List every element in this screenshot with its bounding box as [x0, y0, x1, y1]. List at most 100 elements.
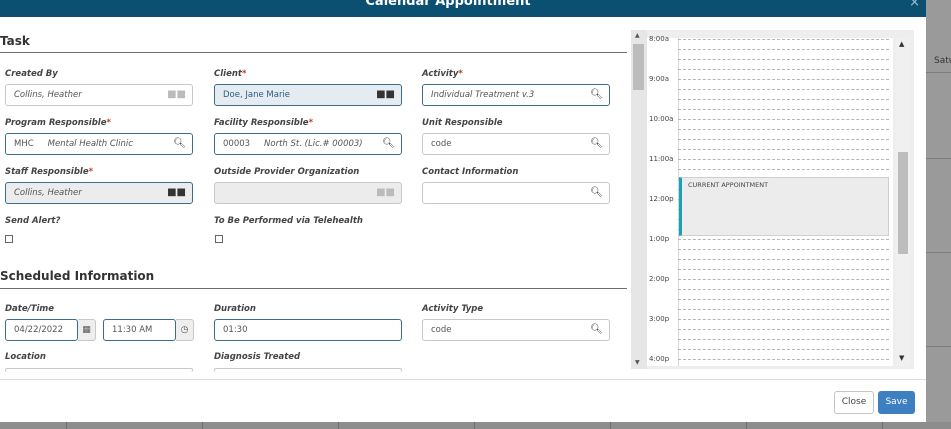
client-field[interactable]: Doe, Jane Marie ■■ [214, 84, 402, 106]
scrollbar-thumb[interactable] [898, 152, 908, 254]
client-label: Client* [214, 69, 247, 79]
location-field[interactable] [5, 368, 193, 372]
section-divider [0, 52, 627, 53]
duration-field[interactable]: 01:30 [214, 319, 402, 341]
dialog-title: Calendar Appointment [365, 0, 531, 9]
save-button[interactable]: Save [878, 391, 915, 414]
time-slot-line [678, 79, 889, 80]
search-icon[interactable]: 🔍︎ [382, 134, 395, 154]
diagnosis-label: Diagnosis Treated [214, 352, 301, 362]
unit-responsible-field[interactable]: code 🔍︎ [422, 133, 610, 155]
dialog-header: Calendar Appointment × [0, 0, 926, 17]
time-slot-line [678, 269, 889, 270]
time-slot-line [678, 239, 889, 240]
backdrop-gridline [926, 252, 951, 253]
appointment-label: CURRENT APPOINTMENT [688, 181, 769, 189]
created-by-field[interactable]: Collins, Heather ■■ [5, 84, 193, 106]
outside-provider-label: Outside Provider Organization [214, 167, 360, 177]
time-slot-line [678, 39, 889, 40]
calendar-inner-scrollbar[interactable]: ▲ ▼ [896, 38, 910, 366]
program-responsible-field[interactable]: MHC Mental Health Clinic 🔍︎ [5, 133, 193, 155]
calendar-outer-scrollbar[interactable]: ▲ ▼ [631, 30, 647, 369]
facility-responsible-field[interactable]: 00003 North St. (Lic.# 00003) 🔍︎ [214, 133, 402, 155]
footer-divider [0, 379, 926, 380]
scheduled-section-title: Scheduled Information [0, 269, 155, 283]
time-slot-line [678, 309, 889, 310]
time-slot-line [678, 129, 889, 130]
date-field[interactable]: 04/22/2022 [5, 319, 78, 341]
scrollbar-thumb[interactable] [633, 44, 644, 90]
duration-label: Duration [214, 304, 256, 314]
activity-field[interactable]: Individual Treatment v.3 🔍︎ [422, 84, 610, 106]
binoculars-icon: ■■ [167, 89, 186, 100]
time-slot-line [678, 119, 889, 120]
backdrop-calendar: Satu [926, 0, 951, 429]
time-slot-line [678, 279, 889, 280]
time-slot-line [678, 359, 889, 360]
time-slot-line [678, 329, 889, 330]
current-appointment-block[interactable]: CURRENT APPOINTMENT [679, 177, 889, 236]
time-slot-line [678, 319, 889, 320]
time-slot-label: 10:00a [649, 115, 674, 123]
search-icon[interactable]: 🔍︎ [590, 134, 603, 154]
close-icon[interactable]: × [909, 0, 920, 10]
outside-provider-field[interactable]: ■■ [214, 182, 402, 204]
time-slot-label: 9:00a [649, 75, 670, 83]
close-button[interactable]: Close [834, 391, 874, 414]
calendar-icon[interactable]: ▦ [78, 319, 96, 341]
time-slot-line [678, 169, 889, 170]
created-by-label: Created By [5, 69, 58, 79]
program-responsible-label: Program Responsible* [5, 118, 111, 128]
binoculars-icon[interactable]: ■■ [376, 85, 395, 105]
telehealth-checkbox[interactable] [215, 235, 223, 243]
time-slot-line [678, 89, 889, 90]
activity-label: Activity* [422, 69, 463, 79]
time-slot-label: 11:00a [649, 155, 674, 163]
diagnosis-field[interactable] [214, 368, 402, 372]
time-slot-line [678, 109, 889, 110]
backdrop-bottom-strip [0, 422, 951, 429]
time-slot-label: 3:00p [649, 315, 670, 323]
time-slot-label: 8:00a [649, 35, 670, 43]
time-slot-line [678, 149, 889, 150]
search-icon[interactable]: 🔍︎ [590, 320, 603, 340]
time-slot-line [678, 69, 889, 70]
activity-type-label: Activity Type [422, 304, 484, 314]
backdrop-gridline [926, 72, 951, 73]
backdrop-gridline [926, 346, 951, 347]
location-label: Location [5, 352, 46, 362]
time-slot-label: 2:00p [649, 275, 670, 283]
scroll-up-icon[interactable]: ▲ [899, 40, 904, 48]
time-slot-line [678, 159, 889, 160]
search-icon[interactable]: 🔍︎ [173, 134, 186, 154]
time-slot-line [678, 299, 889, 300]
send-alert-label: Send Alert? [5, 216, 61, 226]
time-slot-line [678, 339, 889, 340]
section-divider [0, 288, 627, 289]
facility-responsible-label: Facility Responsible* [214, 118, 314, 128]
send-alert-checkbox[interactable] [5, 235, 13, 243]
time-slot-label: 4:00p [649, 355, 670, 363]
scroll-down-icon[interactable]: ▼ [635, 359, 640, 366]
time-field[interactable]: 11:30 AM [103, 319, 176, 341]
contact-information-label: Contact Information [422, 167, 519, 177]
time-slot-line [678, 49, 889, 50]
staff-responsible-label: Staff Responsible* [5, 167, 94, 177]
time-slot-label: 1:00p [649, 235, 670, 243]
time-slot-line [678, 99, 889, 100]
staff-responsible-field[interactable]: Collins, Heather ■■ [5, 182, 193, 204]
scroll-up-icon[interactable]: ▲ [635, 32, 640, 39]
search-icon[interactable]: 🔍︎ [590, 183, 603, 203]
backdrop-day-label: Satu [934, 56, 951, 66]
time-slot-line [678, 249, 889, 250]
time-slot-line [678, 349, 889, 350]
scroll-down-icon[interactable]: ▼ [899, 354, 904, 362]
unit-responsible-label: Unit Responsible [422, 118, 503, 128]
time-slot-line [678, 289, 889, 290]
contact-information-field[interactable]: 🔍︎ [422, 182, 610, 204]
activity-type-field[interactable]: code 🔍︎ [422, 319, 610, 341]
search-icon[interactable]: 🔍︎ [590, 85, 603, 105]
backdrop-gridline [926, 158, 951, 159]
binoculars-icon[interactable]: ■■ [167, 183, 186, 203]
clock-icon[interactable]: ◷ [176, 319, 194, 341]
